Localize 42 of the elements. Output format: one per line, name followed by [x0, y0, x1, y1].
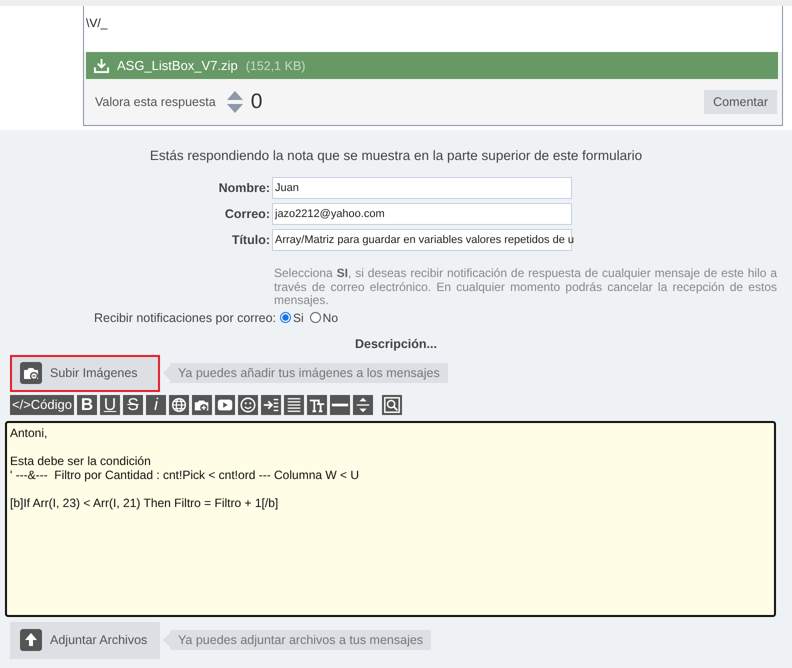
italic-button[interactable]: i: [146, 394, 166, 414]
upload-images-button[interactable]: Subir Imágenes: [10, 354, 160, 392]
attach-files-button[interactable]: Adjuntar Archivos: [10, 622, 160, 658]
globe-icon[interactable]: [169, 394, 189, 414]
justify-icon[interactable]: [284, 394, 304, 414]
up-down-icon[interactable]: [353, 394, 373, 414]
underline-button[interactable]: U: [100, 394, 120, 414]
description-label: Descripción...: [354, 336, 438, 350]
signature-text: \V/_: [84, 6, 782, 52]
download-icon: [94, 58, 109, 73]
code-button[interactable]: </>Código: [10, 394, 74, 414]
smiley-icon[interactable]: [238, 394, 258, 414]
rating-score: 0: [250, 90, 262, 114]
comment-button[interactable]: Comentar: [704, 90, 777, 114]
bold-button[interactable]: B: [77, 394, 97, 414]
field-label: Título:: [230, 233, 271, 247]
vote-arrows-icon[interactable]: [226, 90, 244, 114]
field-label: Correo:: [224, 207, 271, 221]
file-size: (152,1 KB): [246, 58, 306, 72]
text-field[interactable]: Array/Matriz para guardar en variables valores repetidos de u: [272, 229, 572, 251]
radio-label: Si: [293, 310, 304, 324]
strike-button[interactable]: S: [123, 394, 143, 414]
play-icon[interactable]: [215, 394, 235, 414]
upload-hint-tooltip: Ya puedes añadir tus imágenes a los mensajes: [163, 363, 448, 383]
radio-button[interactable]: [280, 312, 291, 323]
text-field[interactable]: jazo2212@yahoo.com: [272, 203, 572, 225]
field-label: Nombre:: [218, 181, 271, 195]
text-field[interactable]: Juan: [272, 177, 572, 199]
zoom-icon[interactable]: [382, 394, 402, 414]
notification-note: Selecciona SI, si deseas recibir notificación de respuesta de cualquier mensaje de este hilo a través de correo electrónico. En cualquier momento podrás cancelar la recepción de estos mensajes.: [274, 267, 777, 308]
rating-label: Valora esta respuesta: [95, 95, 216, 109]
attach-hint-tooltip: Ya puedes adjuntar archivos a tus mensajes: [163, 630, 432, 650]
camera-icon: [20, 362, 42, 384]
text-size-icon[interactable]: [307, 394, 327, 414]
notification-label: Recibir notificaciones por correo:: [92, 310, 276, 324]
indent-icon[interactable]: [261, 394, 281, 414]
message-field[interactable]: Antoni, Esta debe ser la condición ' ---&--- Filtro por Cantidad : cnt!Pick < cnt!ord --- Columna W < U [b]If Arr(I, 23) < Arr(I, 21) Then Filtro = Filtro + 1[/b]: [5, 420, 776, 616]
upload-icon: [20, 629, 42, 651]
camera-plus-icon[interactable]: [192, 394, 212, 414]
form-heading: Estás respondiendo la nota que se muestra en la parte superior de este formulario: [148, 148, 644, 163]
radio-label: No: [322, 310, 338, 324]
radio-button[interactable]: [310, 312, 321, 323]
